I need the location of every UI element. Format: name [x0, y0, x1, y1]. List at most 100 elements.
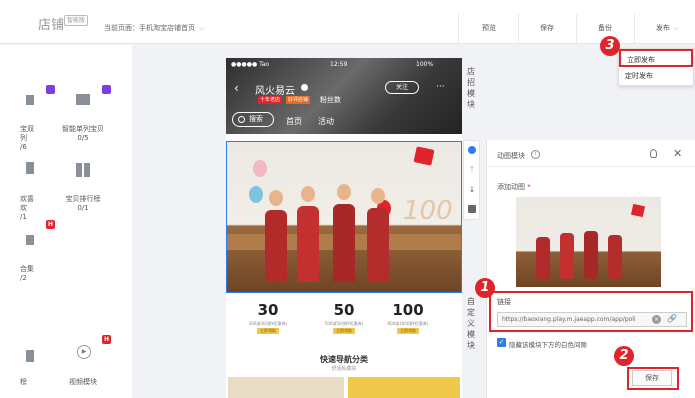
quick-nav-title: 快速导航分类	[320, 355, 368, 364]
logo: 店铺	[38, 18, 65, 33]
top-bar: 店铺 智能版 当前页面：手机淘宝店铺首页 ⌵ 预览 保存 备份 发布 ⌵	[0, 0, 695, 44]
panel-save-button[interactable]: 保存	[632, 370, 672, 386]
move-up-icon[interactable]: ↑	[468, 166, 476, 174]
version-tag: 智能版	[64, 15, 89, 26]
link-icon[interactable]: 🔗	[667, 314, 677, 323]
collection-icon[interactable]	[26, 235, 34, 245]
close-icon[interactable]: ✕	[673, 147, 682, 160]
current-page-selector[interactable]: 当前页面：手机淘宝店铺首页 ⌵	[104, 23, 204, 33]
preview-button[interactable]: 预览	[482, 23, 496, 33]
widget-label: 榜	[20, 378, 27, 386]
shop-sign-module-label: 店招模块	[467, 67, 475, 109]
balloon	[249, 186, 263, 203]
widget-label: 视频模块	[69, 378, 97, 386]
save-button[interactable]: 保存	[540, 23, 554, 33]
widget-label: 智能单列宝贝 0/5	[62, 125, 104, 142]
step-marker: 1	[475, 278, 495, 298]
coupon-desc: 800减100(限¥优惠券)	[387, 321, 429, 326]
publish-now-item[interactable]: 立即发布	[619, 49, 693, 67]
divider	[634, 14, 635, 44]
kid	[301, 186, 315, 202]
lightbulb-icon[interactable]	[650, 149, 657, 158]
follow-button[interactable]: 关注	[385, 81, 419, 94]
coupon-value: 100	[392, 301, 424, 319]
scheduled-publish-item[interactable]: 定时发布	[619, 67, 693, 85]
banner-gif-module[interactable]: 100	[226, 141, 462, 293]
balloon	[253, 160, 267, 177]
delete-icon[interactable]	[468, 205, 476, 213]
hot-badge: H	[102, 335, 111, 344]
search-icon	[238, 116, 245, 123]
backup-button[interactable]: 备份	[598, 23, 612, 33]
quick-nav-image[interactable]	[348, 377, 460, 398]
panel-title: 动图模块	[497, 152, 525, 160]
guess-you-like-icon[interactable]	[26, 162, 34, 174]
list-icon[interactable]	[26, 350, 34, 362]
settings-icon[interactable]	[468, 146, 476, 154]
coupon-desc: 500减50(限¥优惠券)	[324, 321, 364, 326]
clear-icon[interactable]: ×	[652, 315, 661, 324]
red-packet-icon	[413, 146, 435, 166]
badge-icon	[46, 85, 55, 94]
single-column-icon[interactable]	[76, 94, 90, 105]
module-settings-panel: 动图模块 i ✕ 添加动图 * 链接 https://baoxiang.play…	[486, 140, 695, 398]
double-column-icon[interactable]	[26, 95, 34, 105]
hide-gap-checkbox[interactable]: ✓	[497, 338, 506, 347]
hot-badge: H	[46, 220, 55, 229]
kid	[584, 231, 598, 279]
phone-preview: ●●●●● Tao 12:59 100% ‹ 风火易云 十年老店 好评店铺 粉丝…	[226, 58, 462, 398]
back-icon[interactable]: ‹	[234, 81, 239, 95]
publish-menu: 立即发布 定时发布	[618, 48, 694, 86]
shop-tag: 好评店铺	[286, 96, 311, 104]
kid	[297, 206, 319, 282]
link-label: 链接	[497, 298, 511, 306]
nav-home[interactable]: 首页	[286, 116, 302, 127]
quick-nav-image[interactable]	[228, 377, 344, 398]
step-marker: 3	[600, 36, 620, 56]
divider	[576, 14, 577, 44]
info-icon[interactable]: i	[531, 150, 540, 159]
shop-name: 风火易云	[255, 86, 295, 97]
ranking-icon[interactable]	[76, 163, 90, 177]
current-page-value: 手机淘宝店铺首页	[139, 24, 195, 32]
editor-root: 店铺 智能版 当前页面：手机淘宝店铺首页 ⌵ 预览 保存 备份 发布 ⌵ 立即发布 …	[0, 0, 695, 398]
kid	[269, 190, 283, 206]
gif-image-thumbnail[interactable]	[516, 197, 661, 287]
kid	[608, 235, 622, 279]
add-image-label: 添加动图 *	[497, 183, 531, 191]
red-packet-icon	[630, 203, 646, 218]
hide-gap-label: 隐藏该模块下方的白色间隙	[509, 341, 587, 349]
shop-search[interactable]: 搜索	[232, 112, 274, 127]
kid	[371, 188, 385, 204]
publish-label: 发布	[656, 24, 670, 32]
publish-button[interactable]: 发布 ⌵	[656, 23, 678, 33]
play-icon[interactable]: ▶	[77, 345, 91, 359]
widget-sidebar: 宝双列/6 智能单列宝贝 0/5 欢喜欢/1 宝贝排行榜 0/1 H 合集/2 H …	[0, 45, 132, 398]
search-label: 搜索	[249, 115, 263, 123]
nav-activity[interactable]: 活动	[318, 116, 334, 127]
coupon-claim-button[interactable]: 立即领取	[397, 328, 419, 334]
banner-slogan: 100	[403, 196, 453, 226]
current-page-label: 当前页面：	[104, 24, 139, 32]
coupon-claim-button[interactable]: 立即领取	[333, 328, 355, 334]
move-down-icon[interactable]: ↓	[468, 186, 476, 194]
widget-label: 宝贝排行榜 0/1	[65, 195, 101, 212]
coupon-value: 30	[257, 301, 279, 319]
quick-nav-subtitle: 舒适私藏夹	[331, 366, 357, 372]
shop-header[interactable]: ●●●●● Tao 12:59 100% ‹ 风火易云 十年老店 好评店铺 粉丝…	[226, 58, 462, 134]
custom-module-label: 自定义模块	[467, 297, 475, 350]
coupon-claim-button[interactable]: 立即领取	[257, 328, 279, 334]
follow-label: 关注	[395, 84, 408, 91]
status-carrier: ●●●●● Tao	[231, 61, 270, 68]
more-icon[interactable]: ···	[436, 82, 445, 92]
widget-label: 合集/2	[20, 265, 34, 282]
widget-label: 宝双列/6	[20, 125, 34, 151]
divider	[458, 14, 459, 44]
kid	[265, 210, 287, 282]
kid	[536, 237, 550, 279]
coupon-value: 50	[333, 301, 355, 319]
divider	[518, 14, 519, 44]
shop-tag: 十年老店	[258, 96, 283, 104]
chevron-down-icon: ⌵	[199, 24, 205, 32]
module-toolbar: ↑ ↓	[463, 140, 480, 220]
